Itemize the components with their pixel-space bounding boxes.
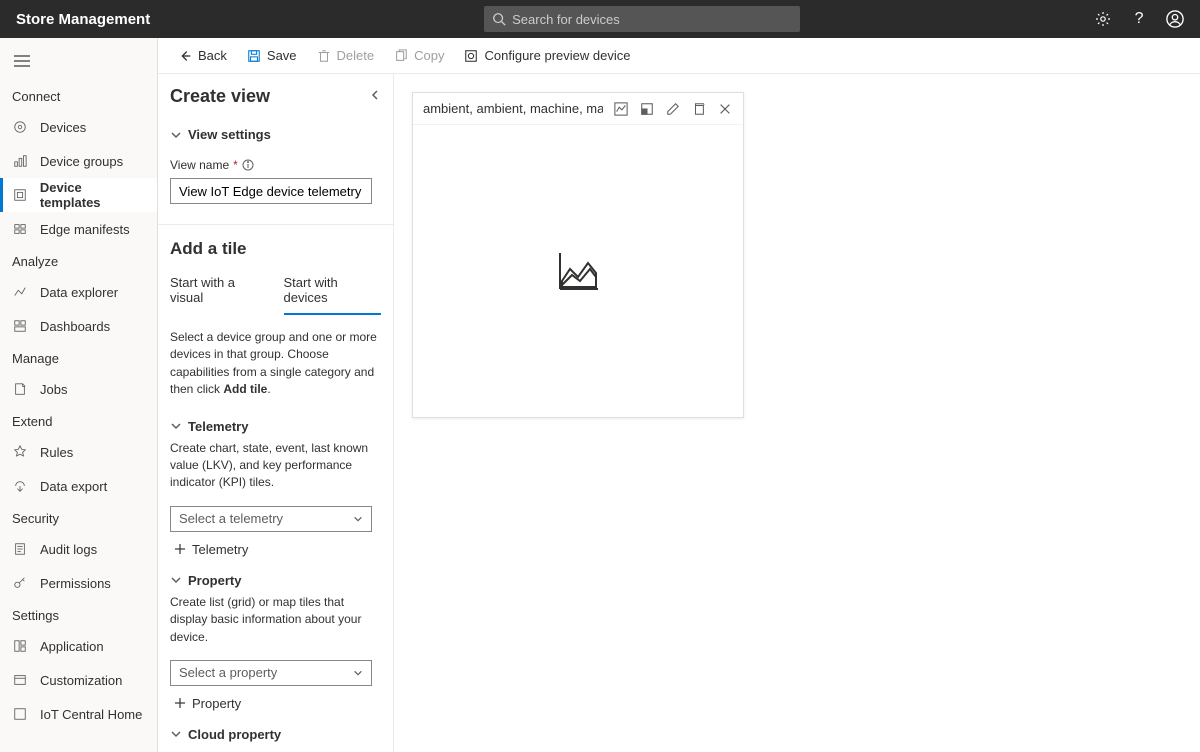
devices-icon — [12, 119, 28, 135]
help-icon[interactable]: ? — [1130, 10, 1148, 28]
permissions-icon — [12, 575, 28, 591]
content-area: Back Save Delete Copy Configure preview … — [158, 38, 1200, 752]
info-icon[interactable] — [242, 159, 254, 171]
cloud-property-header[interactable]: Cloud property — [170, 721, 381, 748]
property-select[interactable]: Select a property — [170, 660, 372, 686]
view-canvas[interactable]: ambient, ambient, machine, machine — [394, 74, 1200, 752]
collapse-panel-icon[interactable] — [369, 88, 381, 106]
section-extend: Extend — [0, 406, 157, 435]
section-connect: Connect — [0, 81, 157, 110]
section-analyze: Analyze — [0, 246, 157, 275]
preview-tile[interactable]: ambient, ambient, machine, machine — [412, 92, 744, 418]
property-desc: Create list (grid) or map tiles that dis… — [170, 594, 381, 646]
add-telemetry-button[interactable]: Telemetry — [170, 532, 381, 567]
tile-title: ambient, ambient, machine, machine — [423, 101, 603, 116]
hamburger-icon[interactable] — [0, 50, 157, 81]
plus-icon — [174, 697, 186, 709]
add-property-button[interactable]: Property — [170, 686, 381, 721]
tile-size-icon[interactable] — [639, 101, 655, 117]
nav-permissions[interactable]: Permissions — [0, 566, 157, 600]
configure-preview-button[interactable]: Configure preview device — [456, 44, 638, 67]
device-groups-icon — [12, 153, 28, 169]
nav-data-explorer[interactable]: Data explorer — [0, 275, 157, 309]
telemetry-select[interactable]: Select a telemetry — [170, 506, 372, 532]
area-chart-icon — [554, 247, 602, 295]
section-manage: Manage — [0, 343, 157, 372]
rules-icon — [12, 444, 28, 460]
settings-icon[interactable] — [1094, 10, 1112, 28]
chevron-down-icon — [170, 129, 182, 141]
tab-start-devices[interactable]: Start with devices — [284, 271, 382, 315]
view-name-label: View name* — [170, 158, 381, 172]
search-box[interactable] — [484, 6, 800, 32]
nav-device-templates[interactable]: Device templates — [0, 178, 157, 212]
tile-chart-type-icon[interactable] — [613, 101, 629, 117]
edge-manifests-icon — [12, 221, 28, 237]
nav-customization[interactable]: Customization — [0, 663, 157, 697]
delete-button[interactable]: Delete — [309, 44, 383, 67]
view-name-input[interactable] — [170, 178, 372, 204]
chevron-down-icon — [353, 514, 363, 524]
create-view-panel: Create view View settings View name* Add… — [158, 74, 394, 752]
nav-iot-central-home[interactable]: IoT Central Home — [0, 697, 157, 731]
home-icon — [12, 706, 28, 722]
application-icon — [12, 638, 28, 654]
copy-button[interactable]: Copy — [386, 44, 452, 67]
nav-edge-manifests[interactable]: Edge manifests — [0, 212, 157, 246]
telemetry-header[interactable]: Telemetry — [170, 413, 381, 440]
nav-rules[interactable]: Rules — [0, 435, 157, 469]
command-bar: Back Save Delete Copy Configure preview … — [158, 38, 1200, 74]
dashboards-icon — [12, 318, 28, 334]
jobs-icon — [12, 381, 28, 397]
nav-devices[interactable]: Devices — [0, 110, 157, 144]
devices-help-text: Select a device group and one or more de… — [170, 329, 381, 399]
tab-start-visual[interactable]: Start with a visual — [170, 271, 268, 315]
nav-audit-logs[interactable]: Audit logs — [0, 532, 157, 566]
section-security: Security — [0, 503, 157, 532]
view-settings-header[interactable]: View settings — [170, 121, 381, 148]
account-icon[interactable] — [1166, 10, 1184, 28]
section-settings: Settings — [0, 600, 157, 629]
chevron-down-icon — [353, 668, 363, 678]
plus-icon — [174, 543, 186, 555]
nav-jobs[interactable]: Jobs — [0, 372, 157, 406]
chevron-down-icon — [170, 728, 182, 740]
device-templates-icon — [12, 187, 28, 203]
tile-tabs: Start with a visual Start with devices — [170, 271, 381, 315]
panel-title: Create view — [170, 86, 270, 107]
customization-icon — [12, 672, 28, 688]
nav-data-export[interactable]: Data export — [0, 469, 157, 503]
chevron-down-icon — [170, 420, 182, 432]
data-export-icon — [12, 478, 28, 494]
tile-edit-icon[interactable] — [665, 101, 681, 117]
nav-device-groups[interactable]: Device groups — [0, 144, 157, 178]
sidebar: Connect Devices Device groups Device tem… — [0, 38, 158, 752]
top-bar: Store Management ? — [0, 0, 1200, 38]
save-button[interactable]: Save — [239, 44, 305, 67]
add-a-tile-heading: Add a tile — [170, 239, 381, 259]
data-explorer-icon — [12, 284, 28, 300]
tile-body — [413, 125, 743, 417]
search-input[interactable] — [512, 12, 792, 27]
audit-logs-icon — [12, 541, 28, 557]
property-header[interactable]: Property — [170, 567, 381, 594]
nav-dashboards[interactable]: Dashboards — [0, 309, 157, 343]
search-icon — [492, 12, 506, 26]
back-button[interactable]: Back — [170, 44, 235, 67]
app-title: Store Management — [16, 11, 150, 28]
tile-close-icon[interactable] — [717, 101, 733, 117]
chevron-down-icon — [170, 574, 182, 586]
tile-copy-icon[interactable] — [691, 101, 707, 117]
nav-application[interactable]: Application — [0, 629, 157, 663]
telemetry-desc: Create chart, state, event, last known v… — [170, 440, 381, 492]
